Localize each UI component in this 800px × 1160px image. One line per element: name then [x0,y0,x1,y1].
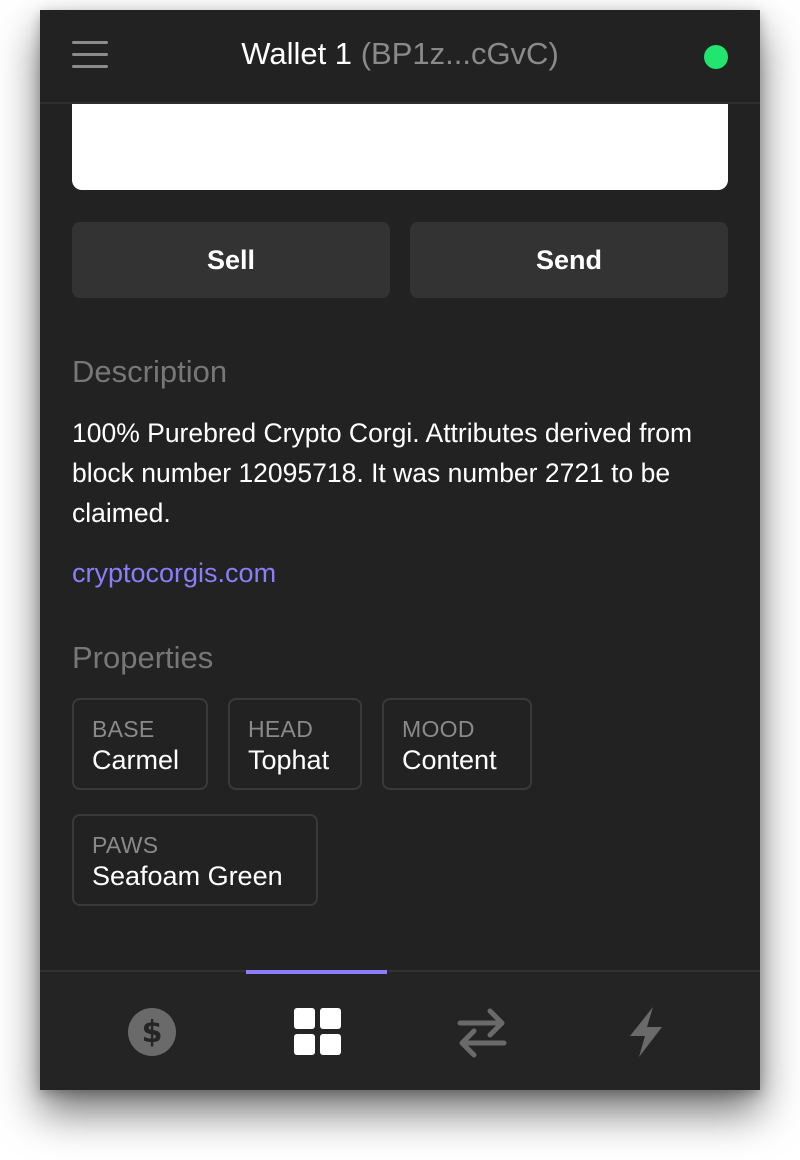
website-link[interactable]: cryptocorgis.com [72,558,276,589]
properties-heading: Properties [72,640,214,675]
nft-image [72,104,728,190]
property-badge: BASE Carmel [72,698,208,790]
nav-tab-activity[interactable] [616,1002,676,1062]
connection-status-icon [704,45,728,69]
svg-text:$: $ [142,1015,163,1050]
wallet-title[interactable]: Wallet 1 (BP1z...cGvC) [40,36,760,72]
wallet-name: Wallet 1 [241,36,353,71]
nav-tab-collectibles[interactable] [288,1002,348,1062]
property-key: HEAD [248,716,314,742]
active-tab-indicator [246,970,387,974]
swap-arrows-icon [457,1008,507,1058]
property-key: BASE [92,716,155,742]
dollar-coin-icon: $ [128,1008,176,1056]
property-value: Seafoam Green [92,861,283,891]
property-badge: HEAD Tophat [228,698,362,790]
property-key: PAWS [92,832,159,858]
sell-button[interactable]: Sell [72,222,390,298]
description-heading: Description [72,354,228,389]
nav-tab-swap[interactable] [452,1002,512,1062]
top-bar: Wallet 1 (BP1z...cGvC) [40,10,760,104]
property-value: Carmel [92,745,180,775]
send-button[interactable]: Send [410,222,728,298]
grid-icon [294,1008,341,1055]
app-window: Wallet 1 (BP1z...cGvC) Sell Send Descrip… [40,10,760,1090]
property-value: Content [402,745,497,775]
property-badge: PAWS Seafoam Green [72,814,318,906]
wallet-address: (BP1z...cGvC) [360,36,559,71]
property-value: Tophat [248,745,330,775]
property-key: MOOD [402,716,475,742]
lightning-icon [630,1007,662,1057]
nav-tab-balance[interactable]: $ [122,1002,182,1062]
description-text: 100% Purebred Crypto Corgi. Attributes d… [72,418,693,528]
bottom-navigation: $ [40,970,760,1090]
property-badge: MOOD Content [382,698,532,790]
